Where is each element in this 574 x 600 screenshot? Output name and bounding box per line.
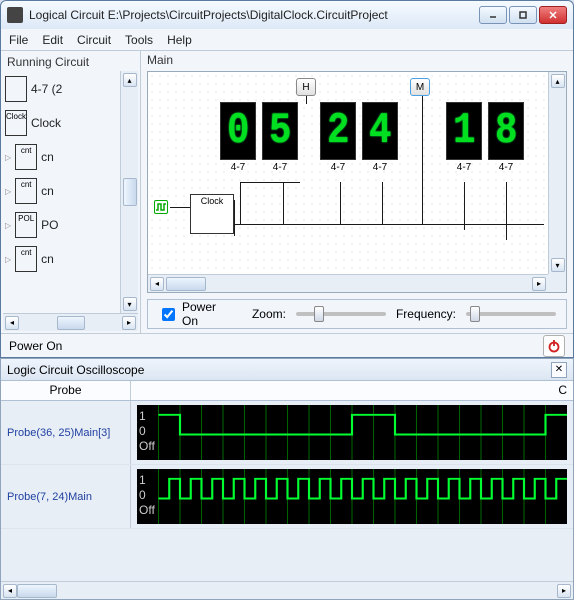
col-probe[interactable]: Probe bbox=[1, 381, 131, 400]
circuit-canvas[interactable]: H M 04-7 54-7 24-7 44-7 14-7 84-7 bbox=[148, 72, 548, 274]
close-button[interactable] bbox=[539, 6, 567, 24]
list-item[interactable]: ClockClock bbox=[3, 107, 120, 139]
menu-help[interactable]: Help bbox=[167, 33, 192, 47]
scroll-right-icon[interactable]: ▸ bbox=[557, 584, 571, 598]
digit-2: 24-7 bbox=[320, 102, 356, 173]
scroll-right-icon[interactable]: ▸ bbox=[532, 277, 546, 291]
chip-icon: cnt bbox=[15, 144, 37, 170]
menu-edit[interactable]: Edit bbox=[42, 33, 63, 47]
scroll-down-icon[interactable]: ▾ bbox=[123, 297, 137, 311]
list-item[interactable]: ▷cntcn bbox=[3, 141, 120, 173]
digit-5: 84-7 bbox=[488, 102, 524, 173]
scroll-left-icon[interactable]: ◂ bbox=[150, 277, 164, 291]
frequency-label: Frequency: bbox=[396, 307, 456, 321]
minimize-button[interactable] bbox=[479, 6, 507, 24]
digit-1: 54-7 bbox=[262, 102, 298, 173]
button-h[interactable]: H bbox=[296, 78, 316, 96]
window-title: Logical Circuit E:\Projects\CircuitProje… bbox=[29, 8, 479, 22]
power-on-input[interactable] bbox=[162, 308, 175, 321]
chip-icon: POL bbox=[15, 212, 37, 238]
scroll-right-icon[interactable]: ▸ bbox=[122, 316, 136, 330]
digit-3: 44-7 bbox=[362, 102, 398, 173]
status-text: Power On bbox=[9, 339, 62, 353]
scroll-left-icon[interactable]: ◂ bbox=[5, 316, 19, 330]
digit-0: 04-7 bbox=[220, 102, 256, 173]
chip-icon bbox=[5, 76, 27, 102]
list-item[interactable]: ▷POLPO bbox=[3, 209, 120, 241]
menu-circuit[interactable]: Circuit bbox=[77, 33, 111, 47]
probe-label[interactable]: Probe(36, 25)Main[3] bbox=[1, 401, 131, 464]
list-item[interactable]: ▷cntcn bbox=[3, 243, 120, 275]
probe-label[interactable]: Probe(7, 24)Main bbox=[1, 465, 131, 528]
chip-icon: cnt bbox=[15, 178, 37, 204]
scroll-up-icon[interactable]: ▴ bbox=[551, 74, 565, 88]
waveform: 10Off bbox=[137, 405, 567, 460]
expand-icon[interactable]: ▷ bbox=[5, 187, 11, 196]
frequency-slider[interactable] bbox=[466, 312, 556, 316]
button-m[interactable]: M bbox=[410, 78, 430, 96]
list-item[interactable]: 4-7 (2 bbox=[3, 73, 120, 105]
canvas-hscroll[interactable]: ◂ ▸ bbox=[148, 274, 548, 292]
clock-source-icon bbox=[154, 200, 168, 214]
scroll-down-icon[interactable]: ▾ bbox=[551, 258, 565, 272]
menu-tools[interactable]: Tools bbox=[125, 33, 153, 47]
status-bar: Power On bbox=[1, 333, 573, 357]
power-button[interactable] bbox=[543, 335, 565, 357]
chip-icon: Clock bbox=[5, 110, 27, 136]
expand-icon[interactable]: ▷ bbox=[5, 153, 11, 162]
canvas-vscroll[interactable]: ▴ ▾ bbox=[548, 72, 566, 274]
oscilloscope-title: Logic Circuit Oscilloscope bbox=[7, 363, 144, 377]
oscilloscope-header: Probe C bbox=[1, 381, 573, 401]
expand-icon[interactable]: ▷ bbox=[5, 255, 11, 264]
waveform: 10Off bbox=[137, 469, 567, 524]
oscilloscope-hscroll[interactable]: ◂ ▸ bbox=[1, 581, 573, 599]
scroll-thumb[interactable] bbox=[123, 178, 137, 206]
scroll-thumb[interactable] bbox=[17, 584, 57, 598]
scroll-up-icon[interactable]: ▴ bbox=[123, 73, 137, 87]
zoom-slider[interactable] bbox=[296, 312, 386, 316]
oscilloscope-row: Probe(36, 25)Main[3] 10Off bbox=[1, 401, 573, 465]
zoom-label: Zoom: bbox=[252, 307, 286, 321]
digit-4: 14-7 bbox=[446, 102, 482, 173]
sidebar-hscroll[interactable]: ◂ ▸ bbox=[3, 313, 138, 331]
sidebar: Running Circuit 4-7 (2 ClockClock ▷ cnt cn… bbox=[1, 51, 141, 333]
sidebar-vscroll[interactable]: ▴ ▾ bbox=[120, 71, 138, 313]
power-on-checkbox[interactable]: Power On bbox=[158, 300, 217, 328]
app-icon bbox=[7, 7, 23, 23]
titlebar[interactable]: Logical Circuit E:\Projects\CircuitProje… bbox=[1, 1, 573, 29]
scroll-left-icon[interactable]: ◂ bbox=[3, 584, 17, 598]
scroll-thumb[interactable] bbox=[166, 277, 206, 291]
oscilloscope-row: Probe(7, 24)Main 10Off bbox=[1, 465, 573, 529]
list-item[interactable]: ▷cntcn bbox=[3, 175, 120, 207]
control-bar: Power On Zoom: Frequency: bbox=[147, 299, 567, 329]
scroll-thumb[interactable] bbox=[57, 316, 85, 330]
clock-chip: Clock bbox=[190, 194, 234, 234]
maximize-button[interactable] bbox=[509, 6, 537, 24]
oscilloscope-close-button[interactable]: ✕ bbox=[551, 362, 567, 378]
expand-icon[interactable]: ▷ bbox=[5, 221, 11, 230]
col-chan[interactable]: C bbox=[131, 381, 573, 400]
oscilloscope-panel: Logic Circuit Oscilloscope ✕ Probe C Pro… bbox=[0, 358, 574, 600]
sidebar-title: Running Circuit bbox=[3, 53, 138, 71]
main-title: Main bbox=[141, 51, 573, 69]
chip-icon: cnt bbox=[15, 246, 37, 272]
menubar: File Edit Circuit Tools Help bbox=[1, 29, 573, 51]
menu-file[interactable]: File bbox=[9, 33, 28, 47]
